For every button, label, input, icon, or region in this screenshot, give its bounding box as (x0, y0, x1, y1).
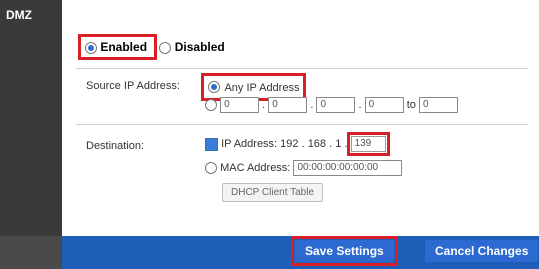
dhcp-button-wrap: DHCP Client Table (222, 182, 324, 202)
any-ip-radio[interactable] (208, 80, 220, 93)
destination-label: Destination: (86, 140, 145, 152)
range-octet-2[interactable]: 0 (268, 97, 308, 113)
dhcp-client-table-button[interactable]: DHCP Client Table (222, 183, 324, 202)
enabled-label: Enabled (100, 40, 148, 54)
disabled-radio[interactable] (159, 41, 172, 54)
dest-mac-row: MAC Address: 00:00:00:00:00:00 (205, 160, 403, 176)
range-octet-4[interactable]: 0 (364, 97, 404, 113)
dest-ip-checkbox[interactable] (205, 137, 218, 151)
to-label: to (406, 98, 416, 111)
any-ip-highlight: Any IP Address (200, 73, 307, 101)
any-ip-label: Any IP Address (224, 82, 300, 94)
enabled-radio[interactable] (85, 41, 97, 54)
save-settings-button[interactable]: Save Settings (291, 236, 398, 266)
mac-address-label: MAC Address: (220, 161, 291, 174)
source-range-row: 0 . 0 . 0 . 0 to 0 (205, 97, 458, 113)
disabled-label: Disabled (174, 40, 225, 54)
source-ip-label: Source IP Address: (86, 80, 180, 92)
dest-ip-last-highlight: 139 (346, 132, 390, 156)
cancel-changes-button[interactable]: Cancel Changes (425, 240, 539, 262)
section-title: DMZ (6, 8, 32, 22)
mac-address-radio[interactable] (205, 162, 217, 174)
dest-ip-label: IP Address: 192 . 168 . 1 . (221, 137, 348, 150)
mac-address-input[interactable]: 00:00:00:00:00:00 (293, 160, 403, 176)
dest-ip-row: IP Address: 192 . 168 . 1 . 139 (205, 132, 390, 156)
dmz-status-row: Enabled Disabled (77, 34, 225, 60)
range-end-octet[interactable]: 0 (418, 97, 458, 113)
footer-bar: Save Settings Cancel Changes (0, 236, 539, 269)
dest-ip-last-octet[interactable]: 139 (350, 136, 386, 152)
range-octet-3[interactable]: 0 (316, 97, 356, 113)
sidebar: DMZ (0, 0, 62, 269)
source-any-row: Any IP Address (200, 73, 307, 101)
footer-left-block (0, 236, 62, 269)
enabled-option-highlight: Enabled (77, 34, 158, 60)
range-octet-1[interactable]: 0 (220, 97, 260, 113)
ip-range-radio[interactable] (205, 99, 217, 111)
separator-2 (76, 124, 528, 125)
separator (76, 68, 528, 69)
